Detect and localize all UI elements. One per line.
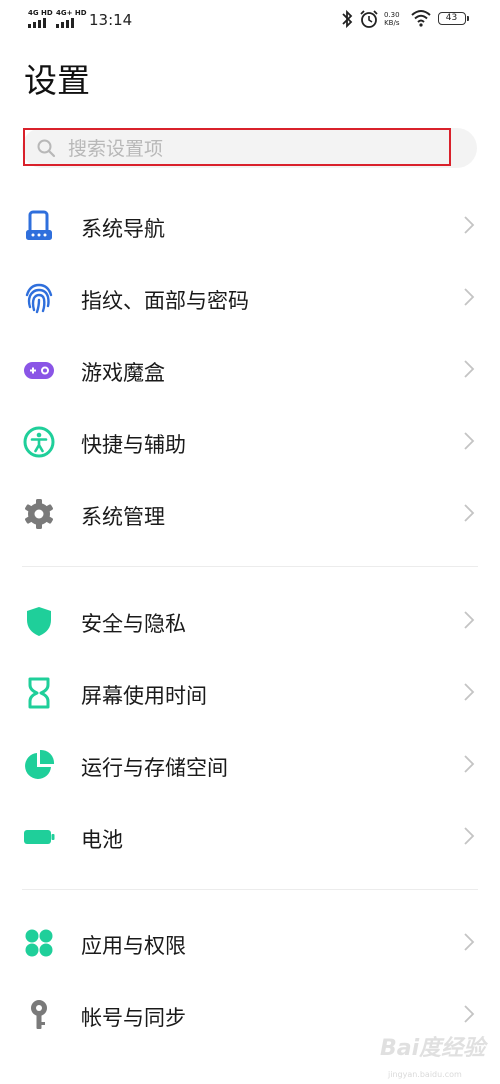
search-icon [37,139,56,158]
chevron-right-icon [464,288,475,306]
gamepad-icon [24,362,54,379]
hourglass-icon [28,677,50,709]
baidu-jingyan-watermark: Bai度经验 jingyan.baidu.com [380,1030,495,1080]
pie-chart-icon [25,749,55,779]
bluetooth-icon [342,9,353,29]
settings-item-shortcuts-accessibility[interactable]: 快捷与辅助 [0,405,500,477]
chevron-right-icon [464,683,475,701]
gear-icon [25,499,53,529]
settings-item-system-navigation[interactable]: 系统导航 [0,189,500,261]
section-divider [22,566,478,567]
fingerprint-icon [25,283,53,314]
network-speed-unit: KB/s [384,19,400,27]
navigation-phone-icon [26,210,52,240]
section-divider [22,889,478,890]
watermark-url: jingyan.baidu.com [388,1070,462,1079]
chevron-right-icon [464,827,475,845]
settings-item-security-privacy[interactable]: 安全与隐私 [0,584,500,656]
sim1-network-type: 4G HD [28,9,53,17]
settings-item-apps-permissions[interactable]: 应用与权限 [0,906,500,978]
battery-indicator: 43 [438,12,469,25]
settings-item-label: 运行与存储空间 [81,756,228,780]
settings-item-storage[interactable]: 运行与存储空间 [0,728,500,800]
settings-item-label: 电池 [81,828,123,852]
apps-icon [25,929,53,957]
settings-item-system-management[interactable]: 系统管理 [0,477,500,549]
search-bar[interactable] [22,128,477,168]
chevron-right-icon [464,504,475,522]
signal-bars-icon [56,18,74,28]
page-title: 设置 [24,61,90,100]
settings-item-label: 应用与权限 [81,934,186,958]
search-input[interactable] [66,133,450,165]
watermark-brand: Bai度经验 [380,1036,486,1061]
battery-level: 43 [445,13,458,23]
signal-bars-icon [28,18,46,28]
battery-tip [467,16,469,21]
chevron-right-icon [464,611,475,629]
settings-item-label: 快捷与辅助 [81,433,186,457]
chevron-right-icon [464,933,475,951]
status-bar: 4G HD 4G+ HD 13:14 0.30 KB/s 43 [0,0,500,40]
settings-item-label: 安全与隐私 [81,612,186,636]
chevron-right-icon [464,432,475,450]
wifi-icon [411,10,431,27]
account-key-icon [31,1000,47,1029]
settings-item-label: 系统管理 [81,505,165,529]
network-speed-value: 0.30 [384,11,400,19]
settings-item-label: 帐号与同步 [81,1006,186,1030]
chevron-right-icon [464,755,475,773]
chevron-right-icon [464,360,475,378]
settings-item-label: 系统导航 [81,217,165,241]
battery-icon [24,830,55,844]
settings-item-fingerprint-face-password[interactable]: 指纹、面部与密码 [0,261,500,333]
sim2-network-type: 4G+ HD [56,9,87,17]
settings-item-label: 屏幕使用时间 [81,684,207,708]
chevron-right-icon [464,1005,475,1023]
settings-item-label: 游戏魔盒 [81,361,165,385]
settings-item-screen-time[interactable]: 屏幕使用时间 [0,656,500,728]
chevron-right-icon [464,216,475,234]
clock: 13:14 [89,11,133,29]
settings-item-game-box[interactable]: 游戏魔盒 [0,333,500,405]
settings-item-battery[interactable]: 电池 [0,800,500,872]
alarm-icon [360,10,378,28]
settings-item-label: 指纹、面部与密码 [81,289,249,313]
network-speed: 0.30 KB/s [384,11,400,27]
shield-icon [27,607,51,636]
accessibility-icon [23,426,55,458]
